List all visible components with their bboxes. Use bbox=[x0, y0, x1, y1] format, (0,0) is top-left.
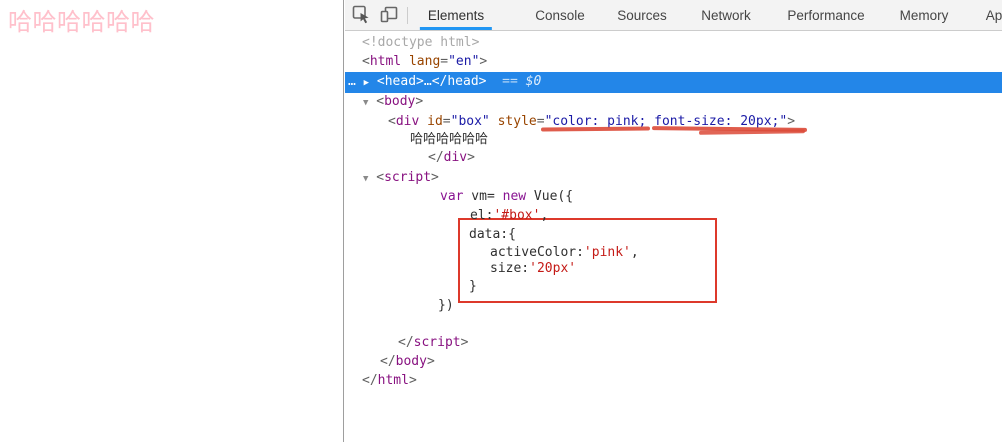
code-token: style bbox=[498, 114, 537, 129]
code-token: '#box' bbox=[493, 208, 540, 223]
code-line[interactable]: 哈哈哈哈哈哈 bbox=[410, 130, 488, 150]
code-token: > bbox=[461, 335, 469, 350]
code-token: data:{ bbox=[469, 227, 516, 242]
code-token: < bbox=[376, 170, 384, 185]
code-token: id bbox=[427, 114, 443, 129]
code-token bbox=[369, 74, 377, 89]
code-token: html bbox=[378, 373, 409, 388]
code-token: … bbox=[348, 74, 356, 89]
code-line[interactable]: </body> bbox=[380, 352, 435, 372]
code-token: body bbox=[384, 94, 415, 109]
devtools-panel: Elements Console Sources Network Perform… bbox=[345, 0, 1002, 442]
code-token: script bbox=[384, 170, 431, 185]
code-token: > bbox=[479, 54, 487, 69]
code-token: activeColor: bbox=[490, 245, 584, 260]
code-token: > bbox=[427, 354, 435, 369]
code-token: vm= bbox=[463, 189, 502, 204]
red-underlined-token: "color: pink; bbox=[545, 114, 647, 129]
code-token: div bbox=[444, 150, 467, 165]
code-token: 'pink' bbox=[584, 245, 631, 260]
code-line[interactable]: var vm= new Vue({ bbox=[440, 187, 573, 207]
code-token: new bbox=[503, 189, 526, 204]
code-token: el: bbox=[470, 208, 493, 223]
code-token: > bbox=[431, 170, 439, 185]
code-token: body bbox=[396, 354, 427, 369]
code-line[interactable]: </html> bbox=[362, 371, 417, 391]
code-token: script bbox=[414, 335, 461, 350]
code-token: "en" bbox=[448, 54, 479, 69]
code-token: < bbox=[388, 114, 396, 129]
code-token: <!doctype html> bbox=[362, 35, 479, 50]
inspect-element-button[interactable] bbox=[349, 4, 373, 28]
code-token: html bbox=[370, 54, 401, 69]
code-token bbox=[419, 114, 427, 129]
code-token: < bbox=[362, 54, 370, 69]
code-token: '20px' bbox=[529, 261, 576, 276]
elements-tree: <!doctype html><html lang="en">… ▶ <head… bbox=[345, 31, 1002, 442]
code-line[interactable]: <html lang="en"> bbox=[362, 52, 487, 72]
devtools-toolbar: Elements Console Sources Network Perform… bbox=[345, 0, 1002, 31]
code-token: = bbox=[443, 114, 451, 129]
red-underlined-token: font-size: 20px;" bbox=[654, 114, 787, 129]
tab-network[interactable]: Network bbox=[701, 0, 751, 30]
code-line[interactable]: data:{ bbox=[469, 225, 516, 245]
code-line[interactable]: el:'#box', bbox=[470, 206, 548, 226]
code-token: </ bbox=[380, 354, 396, 369]
code-token: <head>…</head> bbox=[377, 74, 487, 89]
tab-application-truncated[interactable]: Ap bbox=[986, 0, 1002, 30]
device-toolbar-button[interactable] bbox=[377, 4, 401, 28]
code-token bbox=[490, 114, 498, 129]
toolbar-separator bbox=[407, 7, 408, 24]
device-toolbar-icon bbox=[379, 4, 399, 29]
code-token: == bbox=[502, 74, 525, 89]
tab-performance[interactable]: Performance bbox=[787, 0, 864, 30]
code-token bbox=[401, 54, 409, 69]
code-line[interactable]: } bbox=[469, 277, 477, 297]
code-line[interactable]: </div> bbox=[428, 148, 475, 168]
code-token: , bbox=[540, 208, 548, 223]
selected-node-line[interactable]: … ▶ <head>…</head> == $0 bbox=[345, 72, 1002, 93]
code-token: , bbox=[631, 245, 639, 260]
code-token: </ bbox=[362, 373, 378, 388]
code-token: </ bbox=[398, 335, 414, 350]
code-token: div bbox=[396, 114, 419, 129]
code-line[interactable]: }) bbox=[438, 296, 454, 316]
code-line[interactable]: ▼ <script> bbox=[363, 168, 439, 188]
code-token: Vue({ bbox=[526, 189, 573, 204]
code-token: "box" bbox=[451, 114, 490, 129]
page-pink-text: 哈哈哈哈哈哈 bbox=[8, 8, 155, 36]
code-token: $0 bbox=[526, 74, 542, 89]
code-token: </ bbox=[428, 150, 444, 165]
code-token: 哈哈哈哈哈哈 bbox=[410, 132, 488, 147]
code-token: size: bbox=[490, 261, 529, 276]
code-token: > bbox=[467, 150, 475, 165]
code-token: = bbox=[440, 54, 448, 69]
code-token: > bbox=[415, 94, 423, 109]
code-token: < bbox=[376, 94, 384, 109]
code-line[interactable]: <!doctype html> bbox=[362, 33, 479, 53]
page-viewport: 哈哈哈哈哈哈 bbox=[0, 0, 344, 442]
code-token bbox=[486, 74, 502, 89]
screenshot-stage: 哈哈哈哈哈哈 bbox=[0, 0, 1002, 442]
code-token: var bbox=[440, 189, 463, 204]
code-token bbox=[356, 74, 364, 89]
code-line[interactable]: ▼ <body> bbox=[363, 92, 423, 112]
code-token: lang bbox=[409, 54, 440, 69]
code-line[interactable]: <div id="box" style="color: pink; font-s… bbox=[388, 112, 795, 132]
tab-sources[interactable]: Sources bbox=[617, 0, 667, 30]
code-token: > bbox=[409, 373, 417, 388]
tab-elements[interactable]: Elements bbox=[428, 0, 484, 30]
tab-memory[interactable]: Memory bbox=[900, 0, 949, 30]
code-line[interactable]: size:'20px' bbox=[490, 259, 576, 279]
code-line[interactable]: </script> bbox=[398, 333, 468, 353]
inspect-element-icon bbox=[351, 4, 371, 29]
code-token: }) bbox=[438, 298, 454, 313]
tab-console[interactable]: Console bbox=[535, 0, 585, 30]
code-token: } bbox=[469, 279, 477, 294]
